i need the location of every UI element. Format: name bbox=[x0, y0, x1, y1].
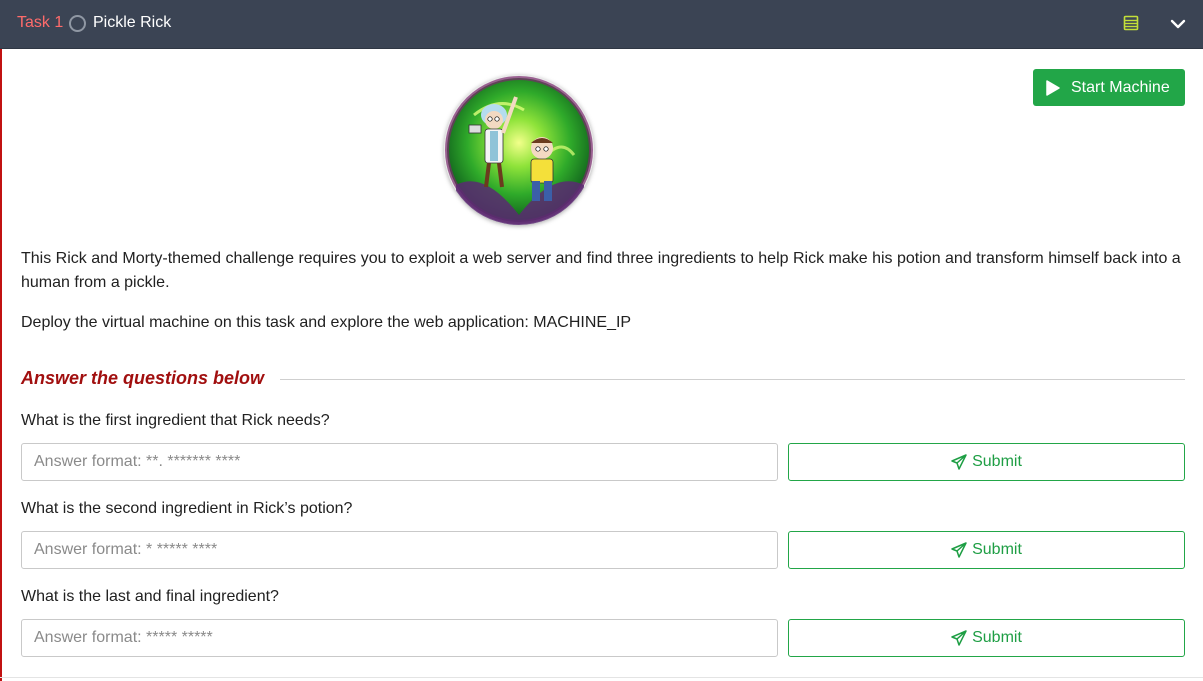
answer-1-input[interactable] bbox=[21, 443, 778, 481]
task-number: Task 1 bbox=[17, 14, 64, 31]
start-machine-button[interactable]: Start Machine bbox=[1033, 69, 1185, 106]
room-description: This Rick and Morty-themed challenge req… bbox=[21, 250, 1181, 291]
paper-plane-icon bbox=[951, 542, 967, 558]
answer-2-input[interactable] bbox=[21, 531, 778, 569]
task-status-circle-icon bbox=[69, 15, 86, 32]
play-icon bbox=[1046, 79, 1060, 96]
chevron-down-icon[interactable] bbox=[1170, 16, 1186, 32]
task-title: Pickle Rick bbox=[93, 14, 172, 31]
room-image bbox=[444, 75, 594, 225]
paper-plane-icon bbox=[951, 630, 967, 646]
questions-divider bbox=[280, 379, 1185, 380]
deploy-instructions: Deploy the virtual machine on this task … bbox=[21, 314, 632, 331]
paper-plane-icon bbox=[951, 454, 967, 470]
task-header[interactable]: Task 1 Pickle Rick bbox=[0, 0, 1203, 49]
panel-divider bbox=[0, 677, 1203, 678]
questions-heading: Answer the questions below bbox=[21, 368, 265, 388]
submit-1-button[interactable]: Submit bbox=[788, 443, 1185, 481]
task-panel bbox=[0, 49, 1203, 681]
answer-3-input[interactable] bbox=[21, 619, 778, 657]
start-machine-label: Start Machine bbox=[1071, 78, 1170, 96]
notes-list-icon[interactable] bbox=[1123, 15, 1139, 31]
question-2-text: What is the second ingredient in Rick’s … bbox=[21, 500, 353, 517]
submit-3-label: Submit bbox=[972, 629, 1022, 646]
submit-3-button[interactable]: Submit bbox=[788, 619, 1185, 657]
submit-2-label: Submit bbox=[972, 541, 1022, 558]
submit-1-label: Submit bbox=[972, 453, 1022, 470]
question-1-text: What is the first ingredient that Rick n… bbox=[21, 412, 330, 429]
submit-2-button[interactable]: Submit bbox=[788, 531, 1185, 569]
question-3-text: What is the last and final ingredient? bbox=[21, 588, 279, 605]
